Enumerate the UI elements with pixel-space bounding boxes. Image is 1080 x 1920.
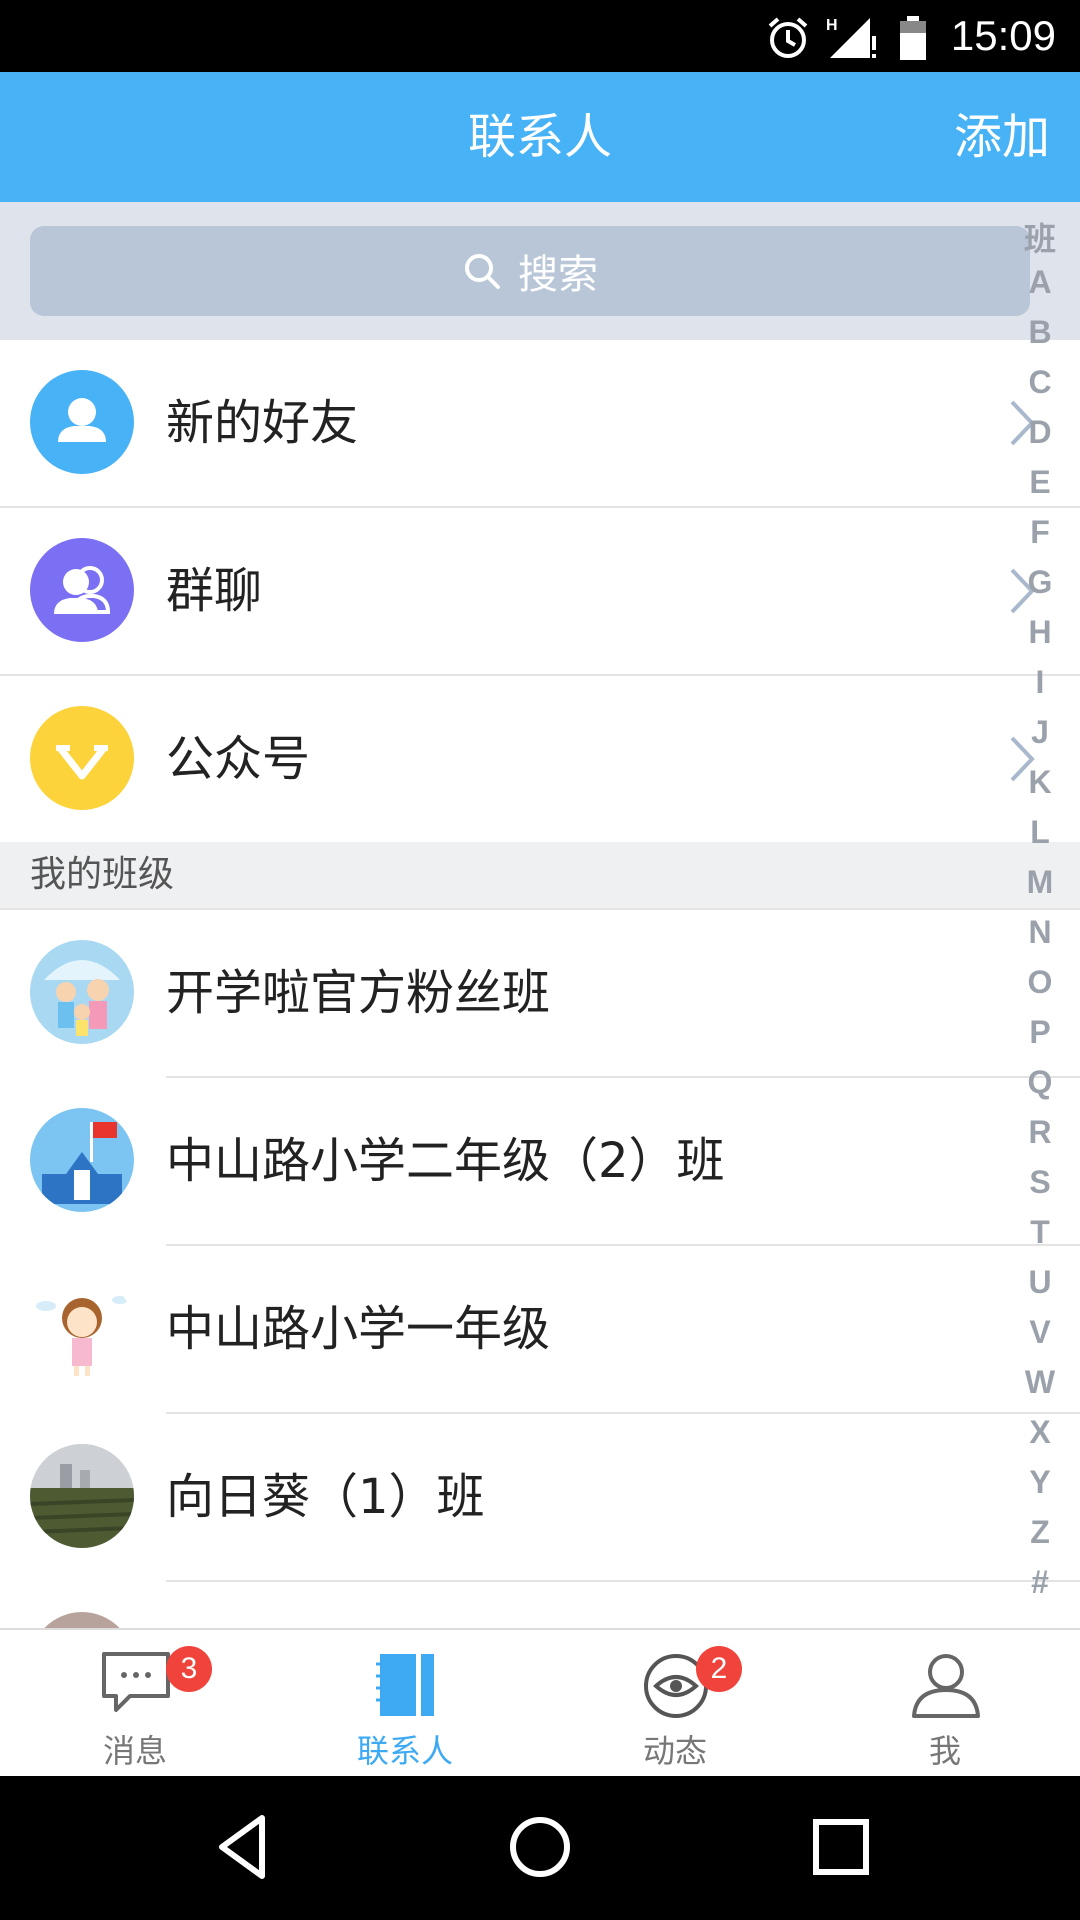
index-letter[interactable]: R xyxy=(1000,1114,1080,1151)
class-avatar xyxy=(30,1612,134,1628)
tab-label: 消息 xyxy=(102,1732,167,1770)
tab-contacts[interactable]: 联系人 xyxy=(270,1630,540,1778)
battery-icon xyxy=(900,16,926,60)
index-letter[interactable]: I xyxy=(1000,664,1080,701)
index-letter[interactable]: E xyxy=(1000,464,1080,501)
index-letter[interactable]: K xyxy=(1000,764,1080,801)
index-letter[interactable]: W xyxy=(1000,1364,1080,1401)
add-button[interactable]: 添加 xyxy=(954,72,1050,202)
search-bar-area: 搜索 xyxy=(0,202,1080,340)
index-letter[interactable]: B xyxy=(1000,314,1080,351)
new-friends-row[interactable]: 新的好友 xyxy=(0,340,1080,506)
index-letter[interactable]: D xyxy=(1000,414,1080,451)
index-letter[interactable]: U xyxy=(1000,1264,1080,1301)
index-letter[interactable]: T xyxy=(1000,1214,1080,1251)
unread-badge: 3 xyxy=(166,1646,212,1692)
group-chat-label: 群聊 xyxy=(166,563,263,619)
tab-label: 我 xyxy=(928,1732,961,1770)
family-umbrella-avatar xyxy=(30,940,134,1044)
index-letter[interactable]: P xyxy=(1000,1014,1080,1051)
class-row[interactable]: 中山路小学一年级 xyxy=(0,1246,1080,1412)
index-letter[interactable]: Q xyxy=(1000,1064,1080,1101)
school-flag-avatar xyxy=(30,1108,134,1212)
index-letter[interactable]: M xyxy=(1000,864,1080,901)
tab-label: 动态 xyxy=(642,1732,707,1770)
alarm-icon xyxy=(768,17,808,58)
bottom-tab-bar: 3 消息 联系人 2 动态 我 xyxy=(0,1628,1080,1778)
official-account-icon xyxy=(30,706,134,810)
girl-avatar xyxy=(30,1276,134,1380)
index-letter[interactable]: X xyxy=(1000,1414,1080,1451)
tab-label: 联系人 xyxy=(356,1732,453,1770)
recent-apps-icon[interactable] xyxy=(806,1812,876,1882)
index-letter[interactable]: F xyxy=(1000,514,1080,551)
class-row-partial[interactable] xyxy=(0,1582,1080,1628)
svg-text:H: H xyxy=(826,17,838,34)
index-letter[interactable]: O xyxy=(1000,964,1080,1001)
index-letter[interactable]: C xyxy=(1000,364,1080,401)
group-chat-row[interactable]: 群聊 xyxy=(0,508,1080,674)
class-name: 向日葵（1）班 xyxy=(166,1469,485,1525)
index-letter[interactable]: A xyxy=(1000,264,1080,301)
message-icon xyxy=(102,1652,170,1712)
new-friend-icon xyxy=(30,370,134,474)
class-name: 中山路小学一年级 xyxy=(166,1301,551,1357)
search-icon xyxy=(465,254,500,289)
search-input[interactable]: 搜索 xyxy=(30,226,1030,316)
index-letter[interactable]: J xyxy=(1000,714,1080,751)
search-placeholder: 搜索 xyxy=(518,252,598,298)
my-classes-section-header: 我的班级 xyxy=(0,842,1080,908)
official-account-row[interactable]: 公众号 xyxy=(0,676,1080,842)
page-title: 联系人 xyxy=(467,109,612,165)
unread-badge: 2 xyxy=(696,1646,742,1692)
group-chat-icon xyxy=(30,538,134,642)
class-row[interactable]: 开学啦官方粉丝班 xyxy=(0,910,1080,1076)
status-bar: H 15:09 xyxy=(0,0,1080,72)
status-time: 15:09 xyxy=(950,12,1056,59)
tab-moments[interactable]: 2 动态 xyxy=(540,1630,810,1778)
class-row[interactable]: 向日葵（1）班 xyxy=(0,1414,1080,1580)
index-letter[interactable]: S xyxy=(1000,1164,1080,1201)
index-letter[interactable]: H xyxy=(1000,614,1080,651)
class-name: 开学啦官方粉丝班 xyxy=(166,965,551,1021)
index-letter[interactable]: 班 xyxy=(1000,214,1080,260)
back-icon[interactable] xyxy=(208,1812,278,1882)
field-photo-avatar xyxy=(30,1444,134,1548)
home-icon[interactable] xyxy=(505,1812,575,1882)
index-letter[interactable]: # xyxy=(1000,1564,1080,1601)
index-letter[interactable]: Y xyxy=(1000,1464,1080,1501)
system-navigation-bar xyxy=(0,1776,1080,1920)
official-account-label: 公众号 xyxy=(166,731,311,787)
index-letter[interactable]: G xyxy=(1000,564,1080,601)
profile-icon xyxy=(912,1654,980,1718)
index-letter[interactable]: Z xyxy=(1000,1514,1080,1551)
class-row[interactable]: 中山路小学二年级（2）班 xyxy=(0,1078,1080,1244)
signal-h-icon: H xyxy=(826,17,876,58)
app-bar: 联系人 添加 xyxy=(0,72,1080,202)
tab-messages[interactable]: 3 消息 xyxy=(0,1630,270,1778)
tab-me[interactable]: 我 xyxy=(810,1630,1080,1778)
index-letter[interactable]: N xyxy=(1000,914,1080,951)
section-title: 我的班级 xyxy=(30,854,175,895)
contacts-book-icon xyxy=(376,1654,434,1716)
class-name: 中山路小学二年级（2）班 xyxy=(166,1133,725,1189)
index-letter[interactable]: L xyxy=(1000,814,1080,851)
new-friends-label: 新的好友 xyxy=(166,395,359,451)
index-letter[interactable]: V xyxy=(1000,1314,1080,1351)
